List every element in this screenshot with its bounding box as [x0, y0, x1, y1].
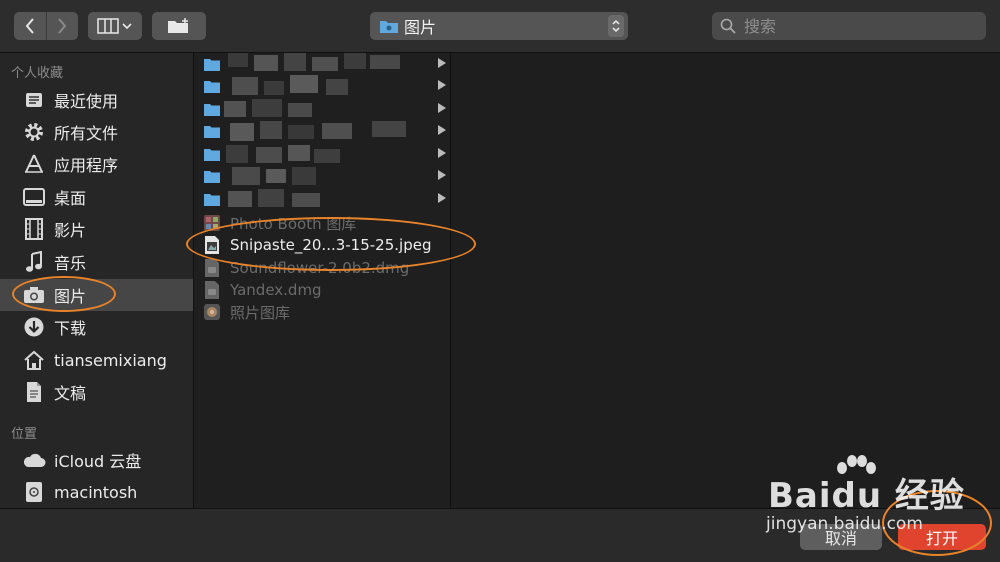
- updown-chevron-icon: [608, 15, 624, 37]
- new-folder-icon: [168, 18, 188, 33]
- sidebar-item-downloads[interactable]: 下载: [0, 311, 193, 343]
- dmg-file-icon: [203, 259, 221, 277]
- back-button[interactable]: [14, 12, 47, 40]
- film-icon: [22, 217, 46, 241]
- file-row[interactable]: Yandex.dmg: [194, 279, 450, 301]
- image-file-icon: [203, 236, 221, 254]
- chevron-right-icon: [438, 58, 446, 68]
- disk-icon: [22, 480, 46, 504]
- desktop-icon: [22, 185, 46, 209]
- camera-folder-icon: [380, 19, 398, 33]
- sidebar-item-pictures[interactable]: 图片: [0, 279, 193, 311]
- sidebar-item-label: 影片: [54, 221, 87, 240]
- file-row[interactable]: Photo Booth 图库: [194, 212, 450, 234]
- sidebar-item-label: tiansemixiang: [54, 350, 167, 370]
- chevron-right-icon: [438, 80, 446, 90]
- document-icon: [22, 380, 46, 404]
- sidebar: 个人收藏 最近使用 所有文件 应用程序 桌面 影片 音乐 图片 下载 tians…: [0, 53, 194, 508]
- folder-icon: [203, 167, 221, 185]
- view-mode-button[interactable]: [88, 12, 142, 40]
- toolbar: 图片: [0, 0, 1000, 53]
- locations-section-title: 位置: [11, 427, 38, 442]
- cloud-icon: [22, 448, 46, 472]
- search-input[interactable]: [742, 15, 976, 37]
- chevron-right-icon: [438, 193, 446, 203]
- music-note-icon: [22, 250, 46, 274]
- search-icon: [720, 18, 736, 34]
- sidebar-item-all-files[interactable]: 所有文件: [0, 116, 193, 148]
- gear-icon: [22, 120, 46, 144]
- chevron-right-icon: [438, 170, 446, 180]
- favorites-section-title: 个人收藏: [11, 66, 64, 81]
- sidebar-item-label: 文稿: [54, 384, 87, 403]
- file-name: Yandex.dmg: [230, 281, 322, 299]
- column-view-icon: [97, 18, 132, 34]
- file-name: Soundflower-2.0b2.dmg: [230, 259, 410, 277]
- applications-icon: [22, 152, 46, 176]
- chevron-right-icon: [438, 125, 446, 135]
- sidebar-item-label: 最近使用: [54, 92, 119, 111]
- folder-icon: [203, 145, 221, 163]
- sidebar-item-macintosh[interactable]: macintosh: [0, 476, 193, 508]
- baidu-watermark: Baidu 经验 jingyan.baidu.com: [766, 454, 1000, 544]
- forward-button[interactable]: [47, 12, 79, 40]
- file-name: Snipaste_20...3-15-25.jpeg: [230, 236, 432, 254]
- new-folder-button[interactable]: [152, 12, 206, 40]
- watermark-brand: Baidu 经验: [768, 476, 965, 516]
- chevron-right-icon: [58, 18, 67, 34]
- path-popup-label: 图片: [404, 18, 437, 37]
- file-name: 照片图库: [230, 303, 291, 322]
- path-popup[interactable]: 图片: [370, 12, 628, 40]
- chevron-left-icon: [25, 18, 34, 34]
- sidebar-item-label: 下载: [54, 319, 87, 338]
- sidebar-item-documents[interactable]: 文稿: [0, 376, 193, 408]
- sidebar-item-label: iCloud 云盘: [54, 452, 142, 471]
- photo-booth-icon: [203, 214, 221, 232]
- sidebar-item-recents[interactable]: 最近使用: [0, 84, 193, 116]
- file-row[interactable]: Snipaste_20...3-15-25.jpeg: [194, 234, 450, 256]
- file-row[interactable]: 照片图库: [194, 301, 450, 323]
- sidebar-item-label: 应用程序: [54, 156, 119, 175]
- sidebar-item-applications[interactable]: 应用程序: [0, 148, 193, 180]
- file-name: Photo Booth 图库: [230, 214, 357, 233]
- folder-icon: [203, 100, 221, 118]
- chevron-right-icon: [438, 148, 446, 158]
- photos-library-icon: [203, 303, 221, 321]
- sidebar-item-home[interactable]: tiansemixiang: [0, 344, 193, 376]
- camera-icon: [22, 283, 46, 307]
- recents-icon: [22, 88, 46, 112]
- folder-icon: [203, 55, 221, 73]
- folder-icon: [203, 190, 221, 208]
- home-icon: [22, 348, 46, 372]
- sidebar-item-label: 所有文件: [54, 124, 119, 143]
- download-icon: [22, 315, 46, 339]
- sidebar-item-label: 音乐: [54, 254, 87, 273]
- navigation-buttons: [14, 12, 78, 40]
- watermark-url: jingyan.baidu.com: [766, 514, 923, 534]
- folder-icon: [203, 77, 221, 95]
- file-row[interactable]: Soundflower-2.0b2.dmg: [194, 257, 450, 279]
- folder-icon: [203, 122, 221, 140]
- search-field[interactable]: [712, 12, 986, 40]
- sidebar-item-label: 桌面: [54, 189, 87, 208]
- sidebar-item-music[interactable]: 音乐: [0, 246, 193, 278]
- sidebar-item-desktop[interactable]: 桌面: [0, 181, 193, 213]
- chevron-right-icon: [438, 103, 446, 113]
- dmg-file-icon: [203, 281, 221, 299]
- sidebar-item-movies[interactable]: 影片: [0, 213, 193, 245]
- file-column: Photo Booth 图库 Snipaste_20...3-15-25.jpe…: [194, 53, 451, 508]
- sidebar-item-label: 图片: [54, 287, 87, 306]
- preview-column: [451, 53, 1000, 508]
- sidebar-item-icloud[interactable]: iCloud 云盘: [0, 444, 193, 476]
- sidebar-item-label: macintosh: [54, 482, 138, 502]
